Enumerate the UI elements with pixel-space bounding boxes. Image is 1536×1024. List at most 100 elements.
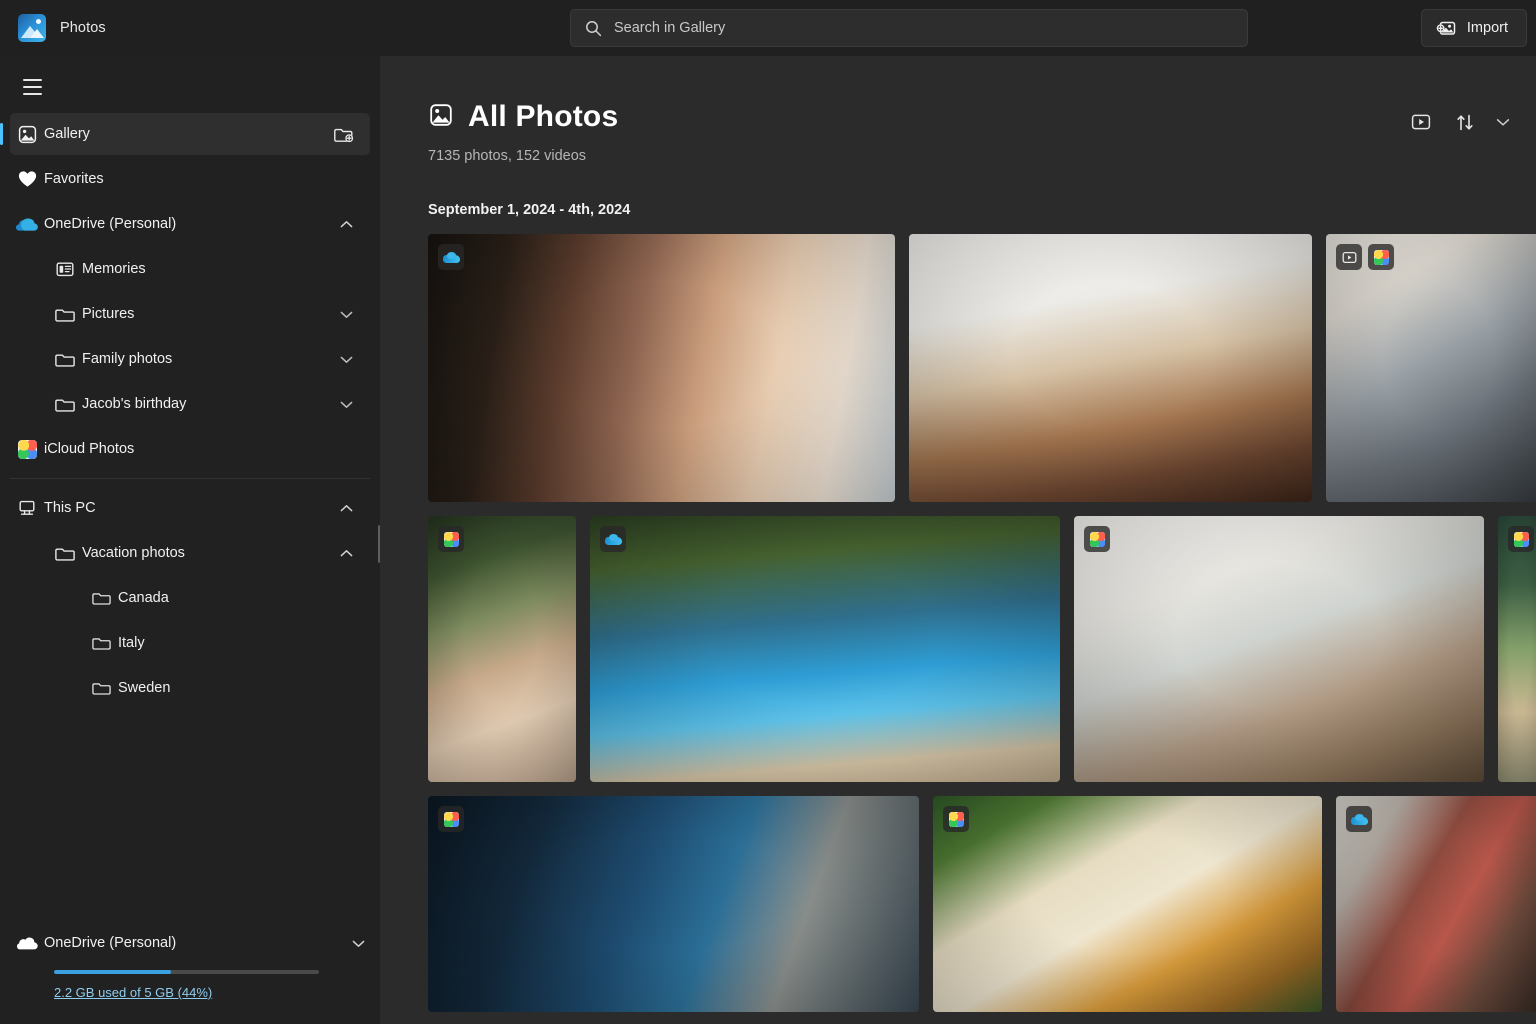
sidebar-item-gallery[interactable]: Gallery xyxy=(0,113,370,155)
folder-icon xyxy=(84,680,118,696)
tile-badges xyxy=(1084,526,1110,552)
sidebar-item-label: Pictures xyxy=(82,306,135,322)
import-photo-icon xyxy=(1436,21,1456,35)
sidebar-item-family-photos[interactable]: Family photos xyxy=(10,338,370,380)
storage-usage-link[interactable]: 2.2 GB used of 5 GB (44%) xyxy=(54,985,212,1000)
chevron-down-icon[interactable] xyxy=(334,400,358,409)
import-button[interactable]: Import xyxy=(1420,9,1527,47)
heart-icon xyxy=(10,169,44,189)
cloud-icon xyxy=(10,935,44,952)
chevron-down-icon[interactable] xyxy=(334,355,358,364)
photo-grid-row xyxy=(428,516,1536,782)
icloud-photos-badge-icon xyxy=(1368,244,1394,270)
sidebar-item-canada[interactable]: Canada xyxy=(10,577,370,619)
chevron-down-icon[interactable] xyxy=(334,310,358,319)
date-group-header: September 1, 2024 - 4th, 2024 xyxy=(428,202,631,218)
photo-thumbnail xyxy=(1326,234,1536,502)
sidebar-item-label: Family photos xyxy=(82,351,173,367)
memories-icon xyxy=(48,260,82,278)
sidebar-item-label: Italy xyxy=(118,635,145,651)
gallery-icon xyxy=(10,124,44,145)
sidebar-item-label: Vacation photos xyxy=(82,545,185,561)
sidebar-item-label: Memories xyxy=(82,261,146,277)
page-title-row: All Photos xyxy=(428,100,1536,134)
photo-tile-harbor-night[interactable] xyxy=(428,796,919,1012)
title-bar: Photos Search in Gallery Import xyxy=(0,0,1536,56)
photo-tile-city-window[interactable] xyxy=(1498,516,1536,782)
photos-app-logo xyxy=(18,14,46,42)
sidebar-item-vacation-photos[interactable]: Vacation photos xyxy=(10,532,370,574)
hamburger-menu-icon[interactable] xyxy=(10,65,54,109)
tile-badges xyxy=(943,806,969,832)
chevron-down-icon[interactable] xyxy=(346,939,370,948)
app-title: Photos xyxy=(60,20,106,36)
sidebar-item-onedrive[interactable]: OneDrive (Personal) xyxy=(10,203,370,245)
sidebar-item-label: Favorites xyxy=(44,171,104,187)
photo-tile-street-smile[interactable] xyxy=(1336,796,1536,1012)
app-brand: Photos xyxy=(0,0,380,56)
sidebar-divider xyxy=(10,478,370,479)
folder-icon xyxy=(48,351,82,368)
sidebar-nav: Gallery Favorites OneDrive (Personal) Me… xyxy=(0,113,380,916)
page-header: All Photos 7135 photos, 152 videos xyxy=(380,56,1536,164)
icloud-photos-badge-icon xyxy=(438,526,464,552)
sidebar: Gallery Favorites OneDrive (Personal) Me… xyxy=(0,56,380,1024)
photo-tile-family-kitchen[interactable] xyxy=(1074,516,1484,782)
photo-tile-friends-laughing[interactable] xyxy=(428,516,576,782)
sidebar-item-label: Gallery xyxy=(44,126,90,142)
photo-thumbnail xyxy=(1498,516,1536,782)
photo-tile-selfie-sunset[interactable] xyxy=(909,234,1312,502)
photo-grid-row xyxy=(428,234,1536,502)
sort-button[interactable] xyxy=(1446,104,1484,140)
chevron-up-icon[interactable] xyxy=(334,220,358,229)
photos-app-window: Photos Search in Gallery Import Gallery … xyxy=(0,0,1536,1024)
slideshow-button[interactable] xyxy=(1402,104,1440,140)
photo-thumbnail xyxy=(428,234,895,502)
photo-tile-pool-jump[interactable] xyxy=(590,516,1060,782)
storage-progress-bar xyxy=(54,970,319,974)
sort-arrows-icon xyxy=(1457,114,1473,130)
tile-badges xyxy=(438,244,464,270)
photo-thumbnail xyxy=(1074,516,1484,782)
storage-progress-fill xyxy=(54,970,171,974)
tile-badges xyxy=(438,806,464,832)
search-icon xyxy=(586,20,602,36)
page-subtitle: 7135 photos, 152 videos xyxy=(428,148,587,164)
folder-icon xyxy=(48,545,82,562)
photo-thumbnail xyxy=(909,234,1312,502)
folder-icon xyxy=(48,306,82,323)
sidebar-item-sweden[interactable]: Sweden xyxy=(10,667,370,709)
sidebar-item-pictures[interactable]: Pictures xyxy=(10,293,370,335)
icloud-photos-badge-icon xyxy=(1084,526,1110,552)
main-content: All Photos 7135 photos, 152 videos Septe… xyxy=(380,56,1536,1024)
photo-thumbnail xyxy=(428,516,576,782)
photo-thumbnail xyxy=(933,796,1322,1012)
search-input[interactable]: Search in Gallery xyxy=(614,20,725,36)
photo-tile-couch-laptop[interactable] xyxy=(1326,234,1536,502)
sidebar-item-this-pc[interactable]: This PC xyxy=(10,487,370,529)
sidebar-item-icloud-photos[interactable]: iCloud Photos xyxy=(10,428,370,470)
sidebar-item-label: iCloud Photos xyxy=(44,441,135,457)
photo-tile-coffee-shop[interactable] xyxy=(428,234,895,502)
photo-tile-sofa-tablet[interactable] xyxy=(933,796,1322,1012)
icloud-photos-icon xyxy=(10,439,44,459)
header-actions xyxy=(1402,104,1516,140)
sidebar-item-label: Canada xyxy=(118,590,169,606)
sidebar-item-favorites[interactable]: Favorites xyxy=(10,158,370,200)
sidebar-item-italy[interactable]: Italy xyxy=(10,622,370,664)
chevron-up-icon[interactable] xyxy=(334,549,358,558)
sidebar-item-jacobs-birthday[interactable]: Jacob's birthday xyxy=(10,383,370,425)
search-box[interactable]: Search in Gallery xyxy=(570,9,1248,47)
photo-thumbnail xyxy=(428,796,919,1012)
onedrive-badge-icon xyxy=(1346,806,1372,832)
sidebar-item-label: This PC xyxy=(44,500,96,516)
sidebar-item-memories[interactable]: Memories xyxy=(10,248,370,290)
add-folder-icon[interactable] xyxy=(330,125,358,144)
chevron-up-icon[interactable] xyxy=(334,504,358,513)
folder-icon xyxy=(84,635,118,651)
photo-stack-icon xyxy=(428,102,454,133)
sort-dropdown[interactable] xyxy=(1490,104,1516,140)
this-pc-icon xyxy=(10,499,44,517)
onedrive-footer-row[interactable]: OneDrive (Personal) xyxy=(10,922,370,964)
photo-grid xyxy=(380,234,1536,1012)
